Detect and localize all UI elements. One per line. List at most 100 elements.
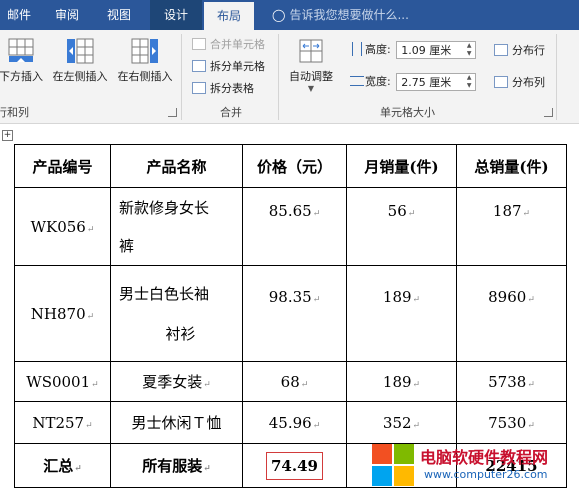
cell-code[interactable]: NH870↵ (14, 265, 111, 362)
insert-right-label: 在右侧插入 (117, 70, 173, 83)
autofit-label: 自动调整 (289, 70, 333, 83)
ribbon-tab-bar: 邮件 审阅 视图 设计 布局 ◯ 告诉我您想要做什么... (0, 0, 579, 30)
summary-label-text: 汇总 (43, 457, 74, 475)
cell-monthly[interactable]: 56↵ (346, 187, 457, 266)
insert-left-icon (65, 36, 95, 66)
distribute-rows-icon (494, 44, 508, 56)
insert-right-icon (130, 36, 160, 66)
autofit-dropdown-icon: ▼ (307, 84, 315, 93)
distribute-rows-label: 分布行 (512, 44, 545, 57)
summary-price-highlight: 74.49 (266, 451, 323, 480)
table-row: NH870↵ 男士白色长袖 衬衫 98.35↵ 189↵ 8960↵ (14, 265, 567, 362)
insert-left-button[interactable]: 在左侧插入 (50, 36, 110, 92)
cell-monthly-text: 189 (382, 372, 412, 391)
rows-cols-group-label: 行和列 (0, 106, 29, 119)
distribute-cols-label: 分布列 (512, 76, 545, 89)
spinner-arrows-icon[interactable]: ▲ ▼ (463, 74, 475, 90)
cell-monthly[interactable]: 189↵ (346, 361, 457, 402)
rows-cols-launcher-icon[interactable] (168, 108, 177, 117)
cell-summary-name[interactable]: 所有服装↵ (110, 443, 243, 488)
cell-total-text: 8960 (488, 288, 527, 306)
header-cell[interactable]: 总销量(件) (456, 144, 567, 188)
watermark-url: www.computer26.com (424, 468, 548, 481)
cell-total[interactable]: 5738↵ (456, 361, 567, 402)
cell-price[interactable]: 98.35↵ (242, 265, 347, 362)
table-row: WK056↵ 新款修身女长 裤 85.65↵ 56↵ 187↵ (14, 187, 567, 266)
width-icon (350, 76, 364, 86)
cell-name[interactable]: 夏季女装↵ (110, 361, 243, 402)
split-table-button[interactable]: 拆分表格 (192, 80, 254, 98)
insert-left-label: 在左侧插入 (52, 70, 108, 83)
cell-price-text: 68 (280, 372, 300, 391)
tab-view[interactable]: 视图 (98, 0, 140, 30)
header-cell[interactable]: 月销量(件) (346, 144, 457, 188)
watermark: 电脑软硬件教程网 www.computer26.com (372, 438, 579, 494)
tab-review[interactable]: 审阅 (46, 0, 88, 30)
cell-name-line2: 衬衫 (165, 324, 196, 343)
cell-total-text: 7530 (488, 413, 527, 432)
width-spinner[interactable]: ▲▼ (396, 73, 477, 91)
table-row: WS0001↵ 夏季女装↵ 68↵ 189↵ 5738↵ (14, 361, 567, 402)
width-label: 宽度: (365, 75, 391, 88)
merge-cells-button[interactable]: 合并单元格 (192, 36, 265, 54)
header-cell[interactable]: 产品编号 (14, 144, 111, 188)
cell-price[interactable]: 85.65↵ (242, 187, 347, 266)
summary-name-text: 所有服装 (142, 457, 203, 475)
height-spinner[interactable]: ▲▼ (396, 41, 477, 59)
height-input[interactable] (399, 43, 464, 57)
distribute-cols-button[interactable]: 分布列 (494, 74, 545, 92)
insert-below-label: 下方插入 (0, 70, 43, 83)
header-cell[interactable]: 产品名称 (110, 144, 243, 188)
split-cells-icon (192, 60, 206, 72)
cell-size-group-label: 单元格大小 (380, 106, 435, 119)
split-cells-label: 拆分单元格 (210, 60, 265, 73)
cell-size-launcher-icon[interactable] (544, 108, 553, 117)
cell-code-text: NT257 (32, 413, 85, 432)
distribute-cols-icon (494, 76, 508, 88)
tab-layout[interactable]: 布局 (204, 2, 254, 30)
cell-name-line2: 裤 (119, 236, 135, 255)
split-table-label: 拆分表格 (210, 82, 254, 95)
cell-total-text: 187 (492, 202, 522, 220)
cell-total-text: 5738 (488, 372, 527, 391)
table-move-handle-icon[interactable]: + (2, 130, 13, 141)
autofit-button[interactable]: 自动调整 ▼ (284, 36, 338, 93)
insert-below-button[interactable]: 下方插入 (0, 36, 48, 92)
group-divider (278, 34, 279, 120)
cell-code[interactable]: WS0001↵ (14, 361, 111, 402)
merge-cells-label: 合并单元格 (210, 38, 265, 51)
cell-total[interactable]: 8960↵ (456, 265, 567, 362)
distribute-rows-button[interactable]: 分布行 (494, 42, 545, 60)
height-label: 高度: (365, 43, 391, 56)
insert-right-button[interactable]: 在右侧插入 (114, 36, 176, 92)
cell-price[interactable]: 45.96↵ (242, 401, 347, 444)
cell-name-line1: 男士休闲Ｔ恤 (131, 414, 222, 432)
cell-name[interactable]: 男士白色长袖 衬衫 (110, 265, 243, 362)
cell-monthly[interactable]: 189↵ (346, 265, 457, 362)
cell-price-text: 98.35 (268, 288, 312, 306)
header-cell[interactable]: 价格（元） (242, 144, 347, 188)
width-input[interactable] (399, 75, 464, 89)
insert-below-icon (6, 36, 36, 66)
group-divider (181, 34, 182, 120)
cell-code[interactable]: NT257↵ (14, 401, 111, 444)
cell-code[interactable]: WK056↵ (14, 187, 111, 266)
cell-code-text: WK056 (30, 217, 86, 236)
lightbulb-icon: ◯ (272, 8, 286, 22)
cell-summary-label[interactable]: 汇总↵ (14, 443, 111, 488)
spinner-arrows-icon[interactable]: ▲ ▼ (463, 42, 475, 58)
tab-design[interactable]: 设计 (150, 0, 202, 30)
cell-summary-price[interactable]: 74.49 (242, 443, 347, 488)
cell-name[interactable]: 新款修身女长 裤 (110, 187, 243, 266)
cell-name[interactable]: 男士休闲Ｔ恤 (110, 401, 243, 444)
ribbon: 下方插入 在左侧插入 在右侧插入 行和列 合并单元格 拆分单元格 拆分表格 合并… (0, 30, 579, 124)
tab-mail[interactable]: 邮件 (0, 0, 38, 30)
split-cells-button[interactable]: 拆分单元格 (192, 58, 265, 76)
cell-price[interactable]: 68↵ (242, 361, 347, 402)
cell-code-text: NH870 (30, 304, 86, 323)
cell-total[interactable]: 187↵ (456, 187, 567, 266)
tell-me-search[interactable]: ◯ 告诉我您想要做什么... (272, 0, 409, 30)
cell-price-text: 45.96 (268, 413, 312, 432)
cell-price-text: 85.65 (268, 202, 312, 220)
tell-me-text: 告诉我您想要做什么... (289, 8, 409, 22)
